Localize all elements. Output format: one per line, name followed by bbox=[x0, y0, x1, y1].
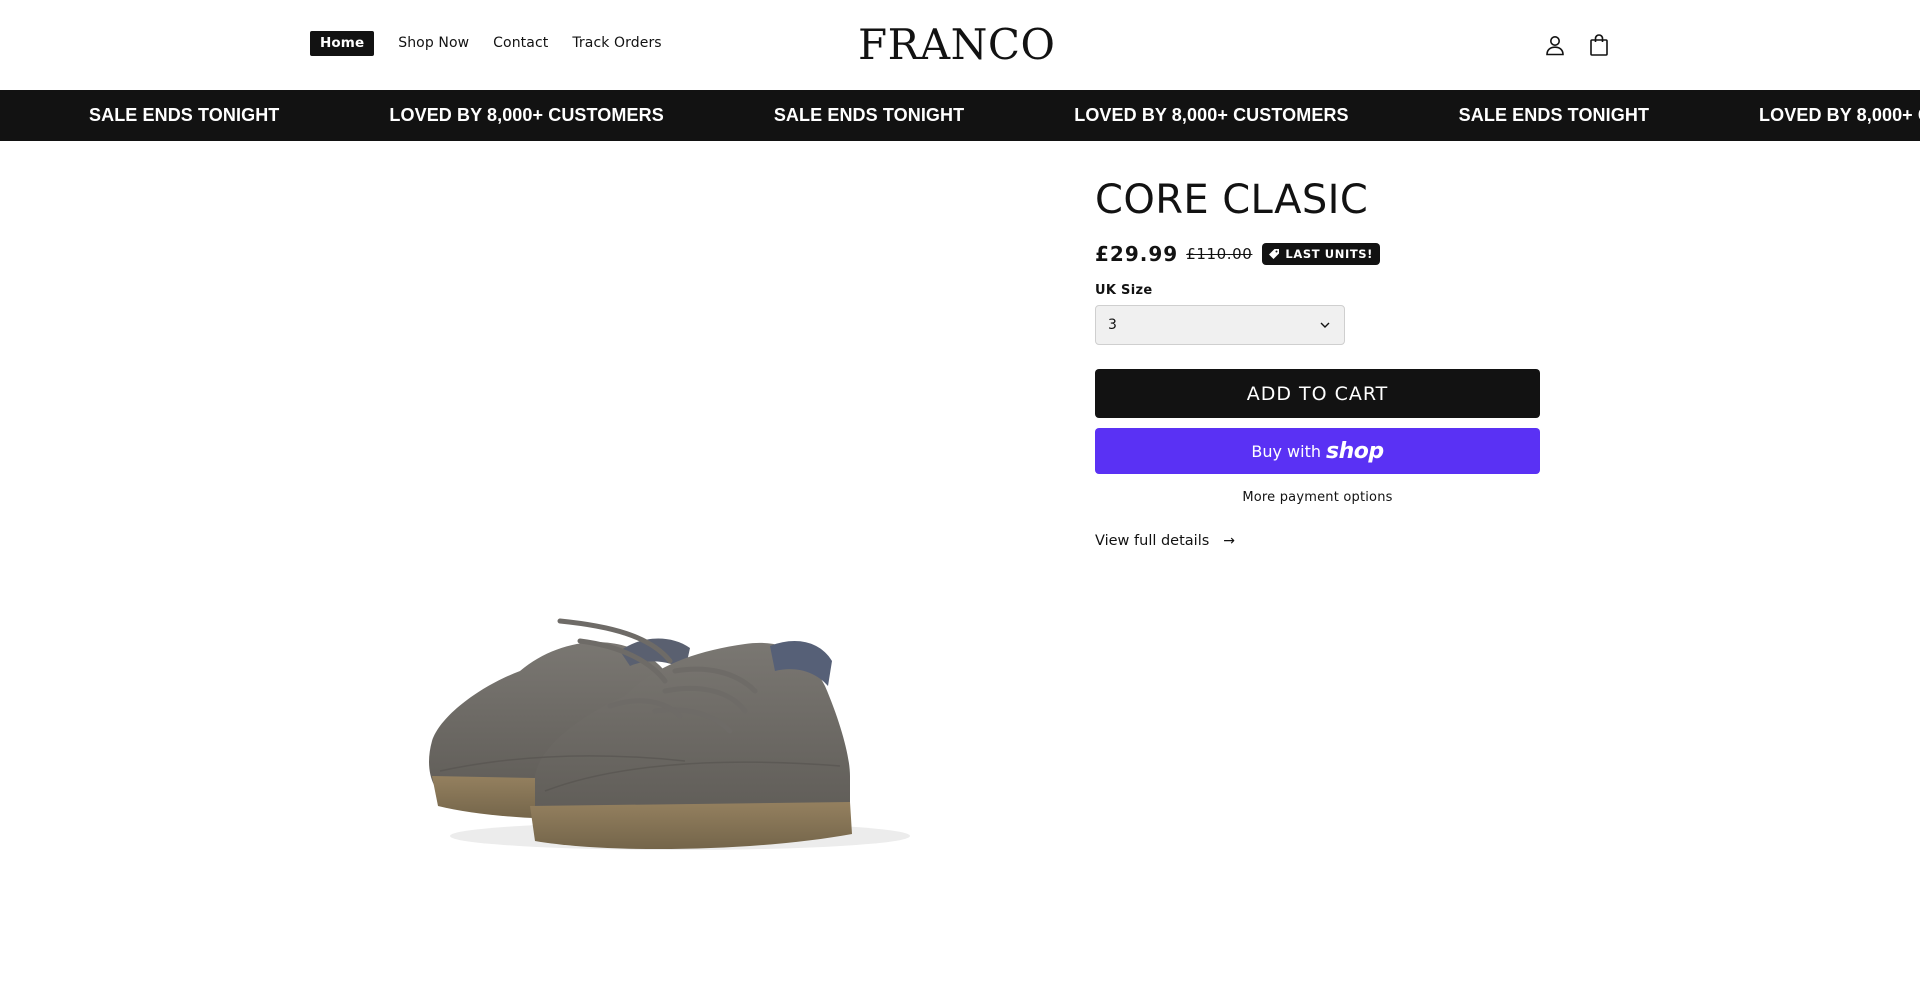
arrow-right-icon: → bbox=[1223, 533, 1236, 549]
tag-icon bbox=[1269, 249, 1280, 259]
nav-contact[interactable]: Contact bbox=[493, 35, 548, 52]
cart-icon[interactable] bbox=[1584, 30, 1614, 60]
size-select[interactable]: 3 bbox=[1095, 305, 1345, 345]
sale-badge: LAST UNITS! bbox=[1262, 243, 1380, 265]
site-header: Home Shop Now Contact Track Orders FRANC… bbox=[0, 0, 1920, 90]
product-info: CORE CLASIC £29.99 £110.00 LAST UNITS! U… bbox=[1095, 170, 1545, 549]
price-row: £29.99 £110.00 LAST UNITS! bbox=[1095, 242, 1545, 266]
marquee-item: LOVED BY 8,000+ CUSTOMERS bbox=[1074, 105, 1349, 125]
product-media bbox=[310, 141, 1030, 993]
marquee-item: LOVED BY 8,000+ CUSTOMERS bbox=[1759, 105, 1920, 125]
sale-badge-label: LAST UNITS! bbox=[1285, 247, 1373, 261]
add-to-cart-button[interactable]: ADD TO CART bbox=[1095, 369, 1540, 418]
sale-price: £29.99 bbox=[1095, 242, 1179, 266]
nav-home[interactable]: Home bbox=[310, 31, 375, 56]
main-nav: Home Shop Now Contact Track Orders bbox=[310, 31, 686, 56]
account-icon[interactable] bbox=[1540, 30, 1570, 60]
header-actions bbox=[1540, 30, 1628, 60]
nav-shop-now[interactable]: Shop Now bbox=[398, 35, 469, 52]
marquee-item: SALE ENDS TONIGHT bbox=[89, 105, 280, 125]
view-full-details-link[interactable]: View full details → bbox=[1095, 533, 1545, 549]
shop-pay-label: Buy with bbox=[1251, 441, 1321, 461]
more-payment-options-link[interactable]: More payment options bbox=[1095, 490, 1540, 505]
chevron-down-icon bbox=[1320, 322, 1330, 328]
announcement-marquee: SALE ENDS TONIGHT LOVED BY 8,000+ CUSTOM… bbox=[0, 90, 1920, 141]
size-select-value: 3 bbox=[1108, 317, 1117, 333]
shop-pay-logo: shop bbox=[1326, 438, 1384, 464]
marquee-item: SALE ENDS TONIGHT bbox=[1458, 105, 1650, 125]
nav-track-orders[interactable]: Track Orders bbox=[572, 35, 661, 52]
product-title: CORE CLASIC bbox=[1095, 177, 1369, 223]
size-label: UK Size bbox=[1095, 283, 1153, 298]
marquee-item: SALE ENDS TONIGHT bbox=[773, 105, 965, 125]
marquee-item: LOVED BY 8,000+ CUSTOMERS bbox=[389, 105, 664, 125]
compare-price: £110.00 bbox=[1186, 245, 1253, 263]
site-logo[interactable]: FRANCO bbox=[858, 20, 1055, 70]
product-image-sneakers[interactable] bbox=[410, 566, 930, 866]
marquee-track: SALE ENDS TONIGHT LOVED BY 8,000+ CUSTOM… bbox=[89, 90, 1920, 141]
shop-pay-button[interactable]: Buy with shop bbox=[1095, 428, 1540, 474]
view-full-details-label: View full details bbox=[1095, 533, 1210, 549]
